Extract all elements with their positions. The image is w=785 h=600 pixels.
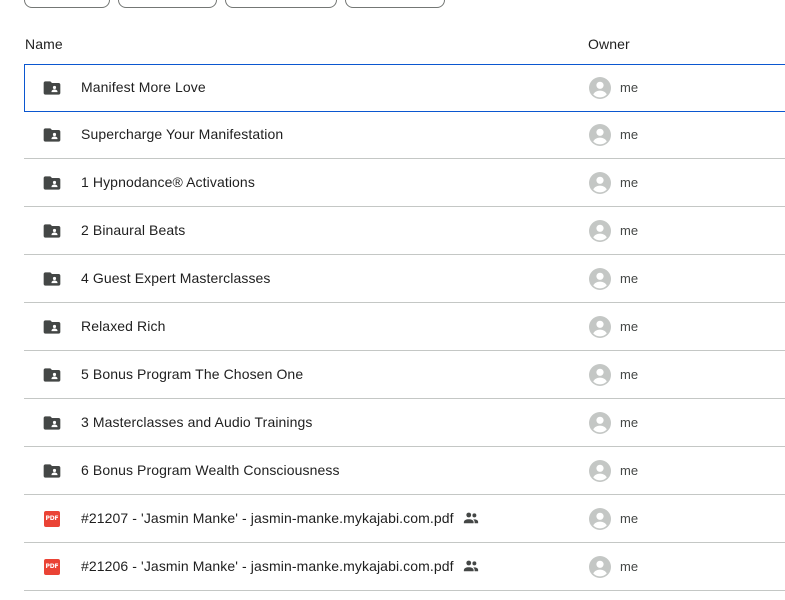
- file-name-text: Manifest More Love: [81, 79, 206, 95]
- file-row[interactable]: 3 Masterclasses and Audio Trainings me: [24, 399, 785, 447]
- file-name: 6 Bonus Program Wealth Consciousness: [81, 462, 340, 478]
- file-name-text: Supercharge Your Manifestation: [81, 126, 284, 142]
- file-name-text: 2 Binaural Beats: [81, 222, 186, 238]
- file-name: 4 Guest Expert Masterclasses: [81, 270, 271, 286]
- owner-avatar-icon: [588, 267, 612, 291]
- owner-name: me: [620, 80, 639, 95]
- filter-chip-people[interactable]: [118, 0, 217, 8]
- owner-name: me: [620, 223, 639, 238]
- file-row[interactable]: PDF #21207 - 'Jasmin Manke' - jasmin-mank…: [24, 495, 785, 543]
- file-row[interactable]: 2 Binaural Beats me: [24, 207, 785, 255]
- file-name: 5 Bonus Program The Chosen One: [81, 366, 303, 382]
- file-name-text: 5 Bonus Program The Chosen One: [81, 366, 304, 382]
- file-name-text: 6 Bonus Program Wealth Consciousness: [81, 462, 340, 478]
- file-name: #21206 - 'Jasmin Manke' - jasmin-manke.m…: [81, 558, 480, 575]
- file-name-text: 3 Masterclasses and Audio Trainings: [81, 414, 313, 430]
- shared-folder-icon: [42, 78, 62, 98]
- shared-people-icon: [462, 509, 480, 527]
- file-row[interactable]: Supercharge Your Manifestation me: [24, 111, 785, 159]
- shared-folder-icon: [42, 125, 62, 145]
- owner-name: me: [620, 127, 639, 142]
- file-name: Supercharge Your Manifestation: [81, 126, 283, 142]
- file-name: Relaxed Rich: [81, 318, 165, 334]
- owner-avatar-icon: [588, 459, 612, 483]
- file-name-text: 1 Hypnodance® Activations: [81, 174, 255, 190]
- owner-avatar-icon: [588, 315, 612, 339]
- file-name-text: #21207 - 'Jasmin Manke' - jasmin-manke.m…: [81, 510, 454, 526]
- shared-folder-icon: [42, 221, 62, 241]
- file-name-text: 4 Guest Expert Masterclasses: [81, 270, 271, 286]
- owner-avatar-icon: [588, 411, 612, 435]
- owner-name: me: [620, 319, 639, 334]
- column-header-row: Name Owner: [24, 28, 785, 60]
- owner-name: me: [620, 415, 639, 430]
- file-name: 2 Binaural Beats: [81, 222, 185, 238]
- file-row[interactable]: 1 Hypnodance® Activations me: [24, 159, 785, 207]
- file-row[interactable]: Manifest More Love me: [24, 64, 785, 112]
- owner-avatar-icon: [588, 507, 612, 531]
- pdf-icon: PDF: [44, 559, 60, 575]
- owner-name: me: [620, 511, 639, 526]
- owner-avatar-icon: [588, 123, 612, 147]
- file-name: Manifest More Love: [81, 79, 206, 95]
- file-row[interactable]: 4 Guest Expert Masterclasses me: [24, 255, 785, 303]
- owner-name: me: [620, 175, 639, 190]
- column-header-owner[interactable]: Owner: [588, 36, 630, 52]
- file-name: #21207 - 'Jasmin Manke' - jasmin-manke.m…: [81, 510, 480, 527]
- file-name-text: Relaxed Rich: [81, 318, 166, 334]
- owner-name: me: [620, 463, 639, 478]
- file-row[interactable]: PDF #21206 - 'Jasmin Manke' - jasmin-mank…: [24, 543, 785, 591]
- filter-chip-type[interactable]: [24, 0, 110, 8]
- file-row[interactable]: 5 Bonus Program The Chosen One me: [24, 351, 785, 399]
- owner-avatar-icon: [588, 555, 612, 579]
- file-row[interactable]: 6 Bonus Program Wealth Consciousness me: [24, 447, 785, 495]
- owner-name: me: [620, 271, 639, 286]
- shared-folder-icon: [42, 269, 62, 289]
- file-name: 3 Masterclasses and Audio Trainings: [81, 414, 313, 430]
- owner-name: me: [620, 367, 639, 382]
- file-list-page: Name Owner Manifest More Love me Superchar…: [0, 0, 785, 600]
- owner-name: me: [620, 559, 639, 574]
- filter-chip-modified[interactable]: [225, 0, 337, 8]
- file-name-text: #21206 - 'Jasmin Manke' - jasmin-manke.m…: [81, 558, 454, 574]
- owner-avatar-icon: [588, 171, 612, 195]
- file-name: 1 Hypnodance® Activations: [81, 174, 255, 190]
- file-row[interactable]: Relaxed Rich me: [24, 303, 785, 351]
- pdf-icon: PDF: [44, 511, 60, 527]
- shared-folder-icon: [42, 365, 62, 385]
- shared-folder-icon: [42, 173, 62, 193]
- shared-people-icon: [462, 557, 480, 575]
- shared-folder-icon: [42, 413, 62, 433]
- shared-folder-icon: [42, 317, 62, 337]
- owner-avatar-icon: [588, 76, 612, 100]
- shared-folder-icon: [42, 461, 62, 481]
- file-list: Manifest More Love me Supercharge Your Man…: [24, 64, 785, 591]
- filter-chip-source[interactable]: [345, 0, 445, 8]
- owner-avatar-icon: [588, 363, 612, 387]
- column-header-name[interactable]: Name: [25, 36, 63, 52]
- owner-avatar-icon: [588, 219, 612, 243]
